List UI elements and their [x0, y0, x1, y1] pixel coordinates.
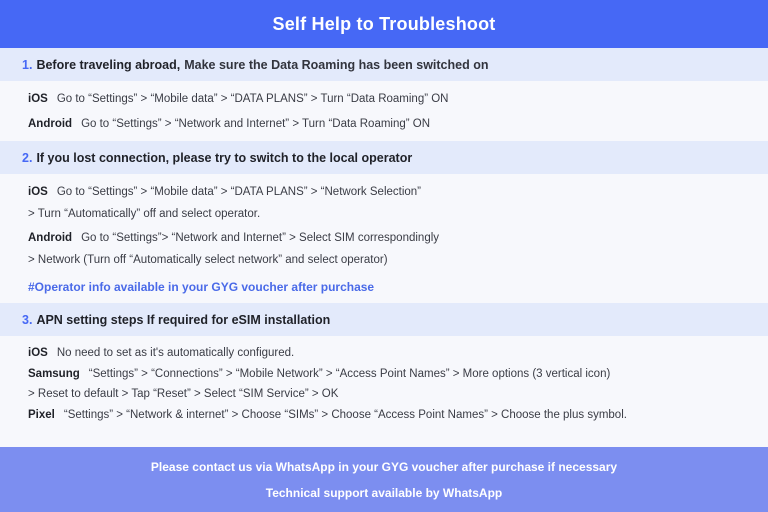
- instruction-row-continued: > Turn “Automatically” off and select op…: [28, 207, 768, 223]
- instruction-text: Go to “Settings” > “Mobile data” > “DATA…: [56, 186, 422, 199]
- section-2-body: iOS Go to “Settings” > “Mobile data” > “D…: [0, 174, 768, 303]
- instruction-text: Go to “Settings” > “Network and Internet…: [81, 117, 431, 130]
- platform-label: iOS: [28, 93, 48, 105]
- section-2-heading-strong: If you lost connection, please try to sw…: [36, 150, 413, 165]
- instruction-text: > Network (Turn off “Automatically selec…: [28, 253, 388, 266]
- section-3-heading-strong: APN setting steps If required for eSIM i…: [36, 312, 331, 327]
- content-area: 1. Before traveling abroad, Make sure th…: [0, 48, 768, 447]
- instruction-row: Samsung “Settings” > “Connections” > “Mob…: [28, 367, 768, 383]
- footer-contact-line: Please contact us via WhatsApp in your G…: [150, 459, 618, 474]
- footer-support-line: Technical support available by WhatsApp: [265, 485, 503, 500]
- instruction-row: Android Go to “Settings”> “Network and In…: [28, 231, 768, 247]
- section-1-body: iOS Go to “Settings” > “Mobile data” > “D…: [0, 81, 768, 141]
- platform-label: Android: [28, 117, 73, 130]
- section-1-heading-rest: Make sure the Data Roaming has been swit…: [184, 57, 489, 72]
- section-1-number: 1.: [22, 57, 33, 72]
- instruction-row: Pixel “Settings” > “Network & internet” >…: [28, 408, 768, 424]
- page-footer: Please contact us via WhatsApp in your G…: [0, 447, 768, 512]
- operator-info-note: #Operator info available in your GYG vou…: [28, 280, 375, 295]
- platform-label: Android: [28, 232, 73, 245]
- section-3-heading: 3. APN setting steps If required for eSI…: [0, 303, 768, 337]
- section-2-number: 2.: [22, 150, 33, 165]
- section-3-number: 3.: [22, 312, 33, 327]
- instruction-text: Go to “Settings” > “Mobile data” > “DATA…: [56, 93, 449, 105]
- instruction-text: > Turn “Automatically” off and select op…: [28, 207, 261, 220]
- instruction-row: Android Go to “Settings” > “Network and I…: [28, 117, 768, 133]
- platform-label: iOS: [28, 347, 48, 360]
- section-1-heading: 1. Before traveling abroad, Make sure th…: [0, 48, 768, 81]
- section-3-body: iOS No need to set as it's automatically …: [0, 336, 768, 432]
- troubleshoot-infographic: Self Help to Troubleshoot 1. Before trav…: [0, 0, 768, 512]
- instruction-text: “Settings” > “Connections” > “Mobile Net…: [88, 367, 611, 380]
- section-2-heading: 2. If you lost connection, please try to…: [0, 141, 768, 175]
- section-1-heading-strong: Before traveling abroad,: [36, 57, 181, 72]
- instruction-row: iOS No need to set as it's automatically …: [28, 346, 768, 362]
- instruction-text: “Settings” > “Network & internet” > Choo…: [63, 408, 627, 421]
- instruction-row: iOS Go to “Settings” > “Mobile data” > “D…: [28, 92, 768, 108]
- page-title: Self Help to Troubleshoot: [272, 13, 496, 34]
- instruction-text: > Reset to default > Tap “Reset” > Selec…: [28, 388, 339, 401]
- instruction-row-continued: > Reset to default > Tap “Reset” > Selec…: [28, 387, 768, 403]
- instruction-text: No need to set as it's automatically con…: [56, 347, 295, 360]
- instruction-text: Go to “Settings”> “Network and Internet”…: [81, 232, 440, 245]
- platform-label: Samsung: [28, 367, 80, 380]
- instruction-row-continued: > Network (Turn off “Automatically selec…: [28, 253, 768, 269]
- platform-label: iOS: [28, 186, 48, 199]
- platform-label: Pixel: [28, 408, 55, 421]
- page-header: Self Help to Troubleshoot: [0, 0, 768, 48]
- instruction-row: iOS Go to “Settings” > “Mobile data” > “D…: [28, 185, 768, 201]
